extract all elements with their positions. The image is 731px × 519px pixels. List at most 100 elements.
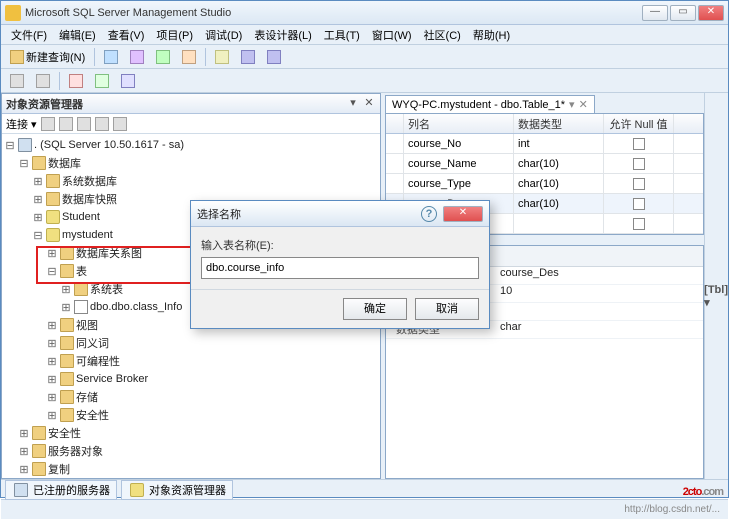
tool-btn-3[interactable] [151, 47, 175, 67]
panel-close-button[interactable]: ✕ [362, 97, 376, 111]
new-query-button[interactable]: 新建查询(N) [5, 46, 90, 68]
tab-dropdown-icon[interactable]: ▾ [569, 98, 575, 111]
menu-file[interactable]: 文件(F) [5, 25, 53, 45]
tool-btn-1[interactable] [99, 47, 123, 67]
cell-null[interactable] [604, 174, 674, 193]
checkbox-icon[interactable] [633, 138, 645, 150]
rail-title[interactable]: [Tbl] ▾ [704, 284, 728, 309]
menu-project[interactable]: 项目(P) [150, 25, 199, 45]
tool-sec-3[interactable] [64, 71, 88, 91]
tab-table-designer[interactable]: WYQ-PC.mystudent - dbo.Table_1* ▾ ✕ [385, 95, 595, 113]
tab-close-icon[interactable]: ✕ [579, 98, 588, 111]
row-selector[interactable] [386, 134, 404, 153]
help-icon[interactable]: ? [421, 206, 437, 222]
tab-registered-servers[interactable]: 已注册的服务器 [5, 480, 117, 500]
expand-icon[interactable]: ⊞ [32, 175, 44, 188]
grid-row[interactable]: course_No int [386, 134, 703, 154]
expand-icon[interactable]: ⊞ [46, 247, 58, 260]
filter-icon[interactable] [113, 117, 127, 131]
dialog-close-button[interactable]: ✕ [443, 206, 483, 222]
maximize-button[interactable]: ▭ [670, 5, 696, 21]
connect-icon[interactable] [41, 117, 55, 131]
expand-icon[interactable]: ⊟ [46, 265, 58, 278]
menu-window[interactable]: 窗口(W) [366, 25, 418, 45]
cell-type[interactable]: int [514, 134, 604, 153]
prop-value[interactable] [496, 303, 703, 320]
menu-community[interactable]: 社区(C) [418, 25, 467, 45]
expand-icon[interactable]: ⊞ [32, 211, 44, 224]
row-selector[interactable] [386, 174, 404, 193]
tool-sec-4[interactable] [90, 71, 114, 91]
cell-type[interactable]: char(10) [514, 154, 604, 173]
expand-icon[interactable]: ⊞ [46, 319, 58, 332]
expand-icon[interactable]: ⊞ [46, 409, 58, 422]
cell-type[interactable]: char(10) [514, 194, 604, 213]
tree-server-objects[interactable]: ⊞服务器对象 [2, 442, 380, 460]
tree-databases[interactable]: ⊟数据库 [2, 154, 380, 172]
grid-row[interactable]: course_Type char(10) [386, 174, 703, 194]
tab-object-explorer[interactable]: 对象资源管理器 [121, 480, 233, 500]
expand-icon[interactable]: ⊞ [46, 373, 58, 386]
prop-value[interactable]: char [496, 321, 703, 338]
pin-button[interactable]: ▾ [346, 97, 360, 111]
menu-tools[interactable]: 工具(T) [318, 25, 366, 45]
refresh-icon[interactable] [95, 117, 109, 131]
tree-service-broker[interactable]: ⊞Service Broker [2, 370, 380, 388]
close-button[interactable]: ✕ [698, 5, 724, 21]
checkbox-icon[interactable] [633, 158, 645, 170]
tree-storage[interactable]: ⊞存储 [2, 388, 380, 406]
expand-icon[interactable]: ⊞ [60, 301, 72, 314]
row-selector[interactable] [386, 154, 404, 173]
disconnect-icon[interactable] [59, 117, 73, 131]
prop-value[interactable]: course_Des [496, 267, 703, 284]
save-all-button[interactable] [262, 47, 286, 67]
checkbox-icon[interactable] [633, 178, 645, 190]
cell-null[interactable] [604, 134, 674, 153]
save-button[interactable] [236, 47, 260, 67]
tree-security[interactable]: ⊞安全性 [2, 424, 380, 442]
properties-rail[interactable]: [Tbl] ▾ [704, 93, 728, 479]
menu-help[interactable]: 帮助(H) [467, 25, 516, 45]
cell-null[interactable] [604, 154, 674, 173]
connect-dropdown[interactable]: 连接 ▾ [6, 116, 37, 132]
expand-icon[interactable]: ⊟ [32, 229, 44, 242]
tool-sec-2[interactable] [31, 71, 55, 91]
tool-btn-4[interactable] [177, 47, 201, 67]
tool-btn-2[interactable] [125, 47, 149, 67]
expand-icon[interactable]: ⊞ [46, 337, 58, 350]
tree-server-root[interactable]: ⊟. (SQL Server 10.50.1617 - sa) [2, 136, 380, 154]
expand-icon[interactable]: ⊞ [18, 427, 30, 440]
tree-replication[interactable]: ⊞复制 [2, 460, 380, 478]
menu-view[interactable]: 查看(V) [102, 25, 151, 45]
cell-null[interactable] [604, 214, 674, 233]
tree-security-db[interactable]: ⊞安全性 [2, 406, 380, 424]
expand-icon[interactable]: ⊞ [46, 391, 58, 404]
header-column-name[interactable]: 列名 [404, 114, 514, 133]
tool-sec-1[interactable] [5, 71, 29, 91]
menu-edit[interactable]: 编辑(E) [53, 25, 102, 45]
table-name-input[interactable] [201, 257, 479, 279]
expand-icon[interactable]: ⊞ [32, 193, 44, 206]
cell-name[interactable]: course_Name [404, 154, 514, 173]
cell-type[interactable]: char(10) [514, 174, 604, 193]
tool-sec-5[interactable] [116, 71, 140, 91]
tree-programmability[interactable]: ⊞可编程性 [2, 352, 380, 370]
cell-name[interactable]: course_Type [404, 174, 514, 193]
expand-icon[interactable]: ⊞ [60, 283, 72, 296]
ok-button[interactable]: 确定 [343, 298, 407, 320]
minimize-button[interactable]: — [642, 5, 668, 21]
expand-icon[interactable]: ⊟ [18, 157, 30, 170]
expand-icon[interactable]: ⊟ [4, 139, 16, 152]
cancel-button[interactable]: 取消 [415, 298, 479, 320]
expand-icon[interactable]: ⊞ [18, 463, 30, 476]
header-allow-null[interactable]: 允许 Null 值 [604, 114, 674, 133]
stop-icon[interactable] [77, 117, 91, 131]
prop-value[interactable]: 10 [496, 285, 703, 302]
tree-synonyms[interactable]: ⊞同义词 [2, 334, 380, 352]
expand-icon[interactable]: ⊞ [18, 445, 30, 458]
cell-null[interactable] [604, 194, 674, 213]
grid-row[interactable]: course_Name char(10) [386, 154, 703, 174]
menu-table-designer[interactable]: 表设计器(L) [248, 25, 317, 45]
header-data-type[interactable]: 数据类型 [514, 114, 604, 133]
menu-debug[interactable]: 调试(D) [199, 25, 248, 45]
